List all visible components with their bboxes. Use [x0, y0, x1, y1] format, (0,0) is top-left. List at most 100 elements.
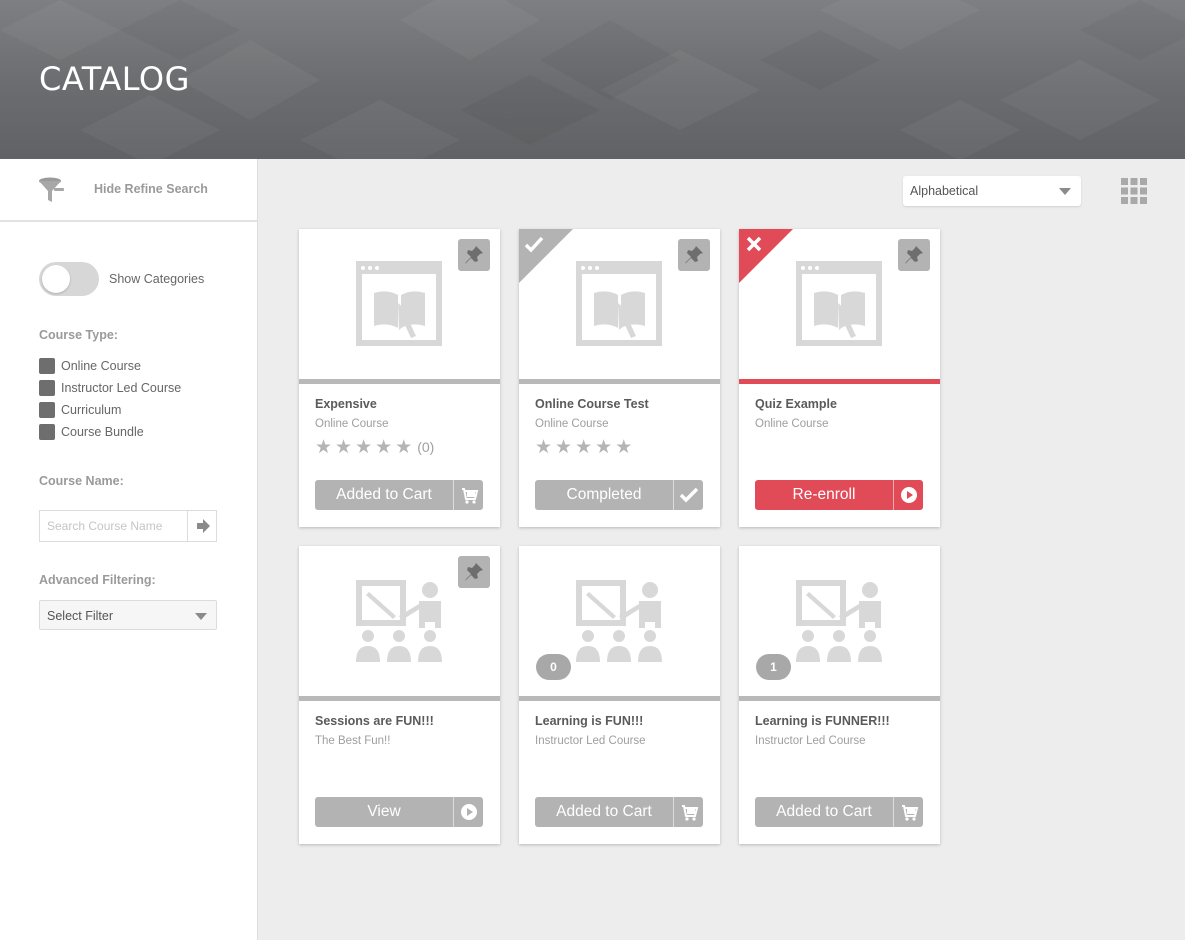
course-type-instructor-led[interactable]: Instructor Led Course	[39, 379, 181, 397]
page-header: CATALOG	[0, 0, 1185, 159]
chevron-down-icon	[1059, 188, 1071, 195]
action-label: View	[367, 803, 401, 820]
pin-icon	[465, 246, 483, 264]
advanced-filtering-heading: Advanced Filtering:	[39, 573, 156, 587]
advanced-filter-select[interactable]: Select Filter	[39, 600, 217, 630]
course-title: Learning is FUN!!!	[535, 714, 644, 728]
search-input[interactable]	[40, 511, 187, 541]
course-type: Instructor Led Course	[535, 735, 646, 747]
pin-button[interactable]	[458, 556, 490, 588]
course-type-curriculum[interactable]: Curriculum	[39, 401, 121, 419]
session-count-badge: 0	[536, 654, 571, 680]
star-icon: ★	[555, 436, 573, 458]
card-divider	[739, 379, 940, 384]
pin-icon	[905, 246, 923, 264]
checkbox[interactable]	[39, 424, 55, 440]
course-card-learning-is-fun[interactable]: 0 Learning is FUN!!! Instructor Led Cour…	[519, 546, 720, 844]
action-label: Re-enroll	[792, 486, 856, 503]
added-to-cart-button[interactable]: Added to Cart	[315, 480, 483, 510]
checkbox[interactable]	[39, 380, 55, 396]
checkbox-label: Online Course	[61, 359, 141, 373]
action-label: Completed	[566, 486, 642, 503]
star-icon: ★	[595, 436, 613, 458]
play-icon	[453, 797, 483, 827]
completed-button[interactable]: Completed	[535, 480, 703, 510]
close-icon	[746, 236, 762, 252]
show-categories-label: Show Categories	[109, 272, 205, 286]
added-to-cart-button[interactable]: Added to Cart	[535, 797, 703, 827]
course-type: Online Course	[535, 418, 609, 430]
course-type: Online Course	[315, 418, 389, 430]
checkmark-icon	[673, 480, 703, 510]
course-type: Instructor Led Course	[755, 735, 866, 747]
star-icon: ★	[335, 436, 353, 458]
course-type-bundle[interactable]: Course Bundle	[39, 423, 144, 441]
card-divider	[519, 696, 720, 701]
course-title: Expensive	[315, 397, 377, 411]
play-icon	[893, 480, 923, 510]
card-divider	[299, 696, 500, 701]
search-submit-button[interactable]	[187, 511, 217, 541]
card-divider	[299, 379, 500, 384]
checkbox-label: Curriculum	[61, 403, 122, 417]
select-filter-value: Select Filter	[47, 609, 113, 623]
chevron-down-icon	[195, 613, 207, 620]
page-title: CATALOG	[39, 60, 190, 98]
refine-search-label: Hide Refine Search	[94, 182, 208, 196]
star-icon: ★	[315, 436, 333, 458]
show-categories-toggle[interactable]	[39, 262, 99, 296]
star-icon: ★	[375, 436, 393, 458]
course-name-heading: Course Name:	[39, 474, 124, 488]
session-count-badge: 1	[756, 654, 791, 680]
toggle-knob	[42, 265, 70, 293]
refine-sidebar: Hide Refine Search Show Categories Cours…	[0, 159, 258, 940]
cart-icon	[453, 480, 483, 510]
sort-select[interactable]: Alphabetical	[903, 176, 1081, 206]
course-title: Sessions are FUN!!!	[315, 714, 434, 728]
action-label: Added to Cart	[776, 803, 872, 820]
course-type: The Best Fun!!	[315, 735, 391, 747]
star-icon: ★	[355, 436, 373, 458]
card-divider	[519, 379, 720, 384]
pin-icon	[685, 246, 703, 264]
star-icon: ★	[535, 436, 553, 458]
course-card-learning-is-funner[interactable]: 1 Learning is FUNNER!!! Instructor Led C…	[739, 546, 940, 844]
added-to-cart-button[interactable]: Added to Cart	[755, 797, 923, 827]
action-label: Added to Cart	[336, 486, 432, 503]
cart-icon	[893, 797, 923, 827]
checkbox[interactable]	[39, 358, 55, 374]
course-title: Learning is FUNNER!!!	[755, 714, 890, 728]
star-icon: ★	[575, 436, 593, 458]
course-card-sessions-are-fun[interactable]: Sessions are FUN!!! The Best Fun!! View	[299, 546, 500, 844]
arrow-right-icon	[197, 519, 210, 533]
checkmark-icon	[524, 236, 544, 253]
star-icon: ★	[615, 436, 633, 458]
pin-icon	[465, 563, 483, 581]
course-card-online-course-test[interactable]: Online Course Test Online Course ★ ★ ★ ★…	[519, 229, 720, 527]
sort-value: Alphabetical	[910, 184, 979, 198]
star-icon: ★	[395, 436, 413, 458]
pin-button[interactable]	[678, 239, 710, 271]
funnel-icon	[39, 177, 64, 202]
course-title: Quiz Example	[755, 397, 837, 411]
view-button[interactable]: View	[315, 797, 483, 827]
re-enroll-button[interactable]: Re-enroll	[755, 480, 923, 510]
action-label: Added to Cart	[556, 803, 652, 820]
course-type-online[interactable]: Online Course	[39, 357, 141, 375]
course-title: Online Course Test	[535, 397, 649, 411]
course-type-heading: Course Type:	[39, 328, 118, 342]
cart-icon	[673, 797, 703, 827]
course-card-expensive[interactable]: Expensive Online Course ★ ★ ★ ★ ★ (0) Ad…	[299, 229, 500, 527]
rating-count: (0)	[417, 439, 435, 455]
star-rating: ★ ★ ★ ★ ★	[535, 437, 635, 457]
card-divider	[739, 696, 940, 701]
refine-search-toggle[interactable]: Hide Refine Search	[0, 159, 257, 222]
course-name-search	[39, 510, 217, 542]
pin-button[interactable]	[458, 239, 490, 271]
grid-view-icon[interactable]	[1121, 178, 1147, 204]
course-card-quiz-example[interactable]: Quiz Example Online Course Re-enroll	[739, 229, 940, 527]
checkbox-label: Course Bundle	[61, 425, 144, 439]
course-type: Online Course	[755, 418, 829, 430]
checkbox[interactable]	[39, 402, 55, 418]
pin-button[interactable]	[898, 239, 930, 271]
